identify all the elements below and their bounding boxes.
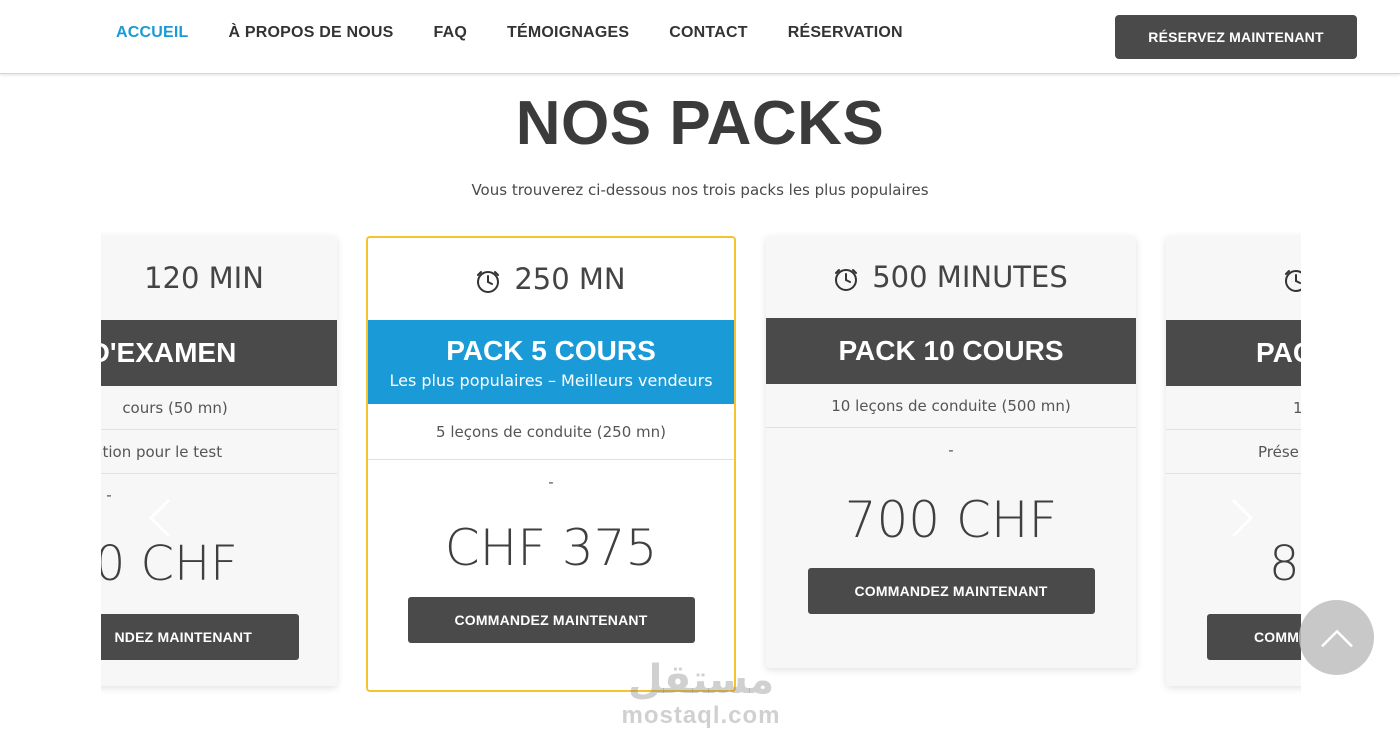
carousel-next-button[interactable] [1229, 498, 1255, 538]
pack-price: CHF 375 [368, 504, 734, 592]
pack-feature-text: 5 leçons de conduite (250 mn) [436, 423, 666, 441]
pack-price: 700 CHF [766, 472, 1136, 568]
pack-duration: 500 MINUTES [766, 236, 1136, 318]
carousel-prev-button[interactable] [147, 498, 173, 538]
nav-item-contact[interactable]: CONTACT [669, 24, 747, 42]
pack-name: PACK 5 COURS [446, 334, 656, 366]
order-now-button[interactable]: COMMANDEZ MAINTENANT [807, 568, 1095, 614]
pack-feature: - [368, 460, 734, 504]
pack-header: K D'EXAMEN [101, 320, 337, 386]
order-now-button[interactable]: COMMANDEZ MAINTENANT [407, 597, 695, 643]
nav-menu: ACCUEIL À PROPOS DE NOUS FAQ TÉMOIGNAGES… [116, 24, 903, 42]
nav-item-faq[interactable]: FAQ [434, 24, 468, 42]
pack-feature-text: cours (50 mn) [122, 399, 228, 417]
section-subtitle: Vous trouverez ci-dessous nos trois pack… [471, 181, 929, 199]
pack-price: 20 CHF [101, 516, 337, 612]
clock-icon [476, 267, 500, 293]
pack-tagline: Les plus populaires – Meilleurs vendeurs [389, 370, 713, 390]
pack-feature-text: ntation pour le test [101, 443, 223, 461]
nav-item-accueil[interactable]: ACCUEIL [116, 24, 189, 42]
pack-feature: 10 leçons de conduite (500 mn) [766, 384, 1136, 428]
pack-feature-text: - [948, 441, 954, 459]
pack-duration-text: 250 MN [514, 262, 626, 296]
pack-feature-text: 1 [1293, 399, 1301, 417]
reserve-now-button[interactable]: RÉSERVEZ MAINTENANT [1115, 15, 1357, 59]
pack-duration: 250 MN [368, 238, 734, 320]
pack-duration: 120 MIN [101, 236, 337, 320]
pack-header: PAC [1166, 320, 1301, 386]
nav-item-a-propos[interactable]: À PROPOS DE NOUS [229, 24, 394, 42]
nav-item-reservation[interactable]: RÉSERVATION [788, 24, 903, 42]
pack-feature: - [766, 428, 1136, 472]
pack-feature-text: - [106, 486, 112, 504]
pack-feature: 1 [1166, 386, 1301, 430]
pack-name: K D'EXAMEN [101, 337, 237, 368]
pack-card-10-cours: 500 MINUTES PACK 10 COURS 10 leçons de c… [766, 236, 1136, 668]
top-navbar: ACCUEIL À PROPOS DE NOUS FAQ TÉMOIGNAGES… [0, 0, 1400, 74]
pack-duration [1166, 236, 1301, 320]
pack-name: PAC [1256, 337, 1301, 368]
pack-card-5-cours: 250 MN PACK 5 COURS Les plus populaires … [366, 236, 736, 692]
pack-feature-text: - [548, 473, 554, 491]
nav-item-temoignages[interactable]: TÉMOIGNAGES [507, 24, 629, 42]
chevron-left-icon [148, 498, 171, 538]
order-now-button[interactable]: COMM [1207, 614, 1301, 660]
pack-feature: cours (50 mn) [101, 386, 337, 430]
pack-name: PACK 10 COURS [838, 335, 1064, 366]
pack-header: PACK 5 COURS Les plus populaires – Meill… [368, 320, 734, 404]
packs-carousel: 120 MIN K D'EXAMEN cours (50 mn) ntation… [101, 222, 1301, 722]
pack-card-partial: PAC 1 Prése 8 COMM [1166, 236, 1301, 686]
pack-price-text: 20 CHF [101, 536, 238, 592]
pack-feature: - [101, 474, 337, 516]
scroll-top-button[interactable] [1299, 600, 1374, 675]
pack-feature-text: 10 leçons de conduite (500 mn) [831, 397, 1071, 415]
pack-feature: 5 leçons de conduite (250 mn) [368, 404, 734, 460]
pack-duration-text: 120 MIN [144, 261, 264, 295]
pack-card-exam: 120 MIN K D'EXAMEN cours (50 mn) ntation… [101, 236, 337, 686]
pack-header: PACK 10 COURS [766, 318, 1136, 384]
clock-icon [1284, 266, 1301, 292]
pack-feature-text: Prése [1258, 443, 1299, 461]
order-now-button[interactable]: NDEZ MAINTENANT [101, 614, 299, 660]
pack-price-text: 700 CHF [844, 491, 1058, 549]
pack-feature: ntation pour le test [101, 430, 337, 474]
pack-price-text: 8 [1269, 536, 1300, 592]
chevron-up-icon [1320, 629, 1353, 647]
pack-price-text: CHF 375 [444, 519, 658, 577]
clock-icon [834, 265, 858, 291]
section-title: NOS PACKS [515, 89, 885, 158]
pack-feature: Prése [1166, 430, 1301, 474]
pack-duration-text: 500 MINUTES [872, 260, 1068, 294]
chevron-right-icon [1231, 498, 1254, 538]
